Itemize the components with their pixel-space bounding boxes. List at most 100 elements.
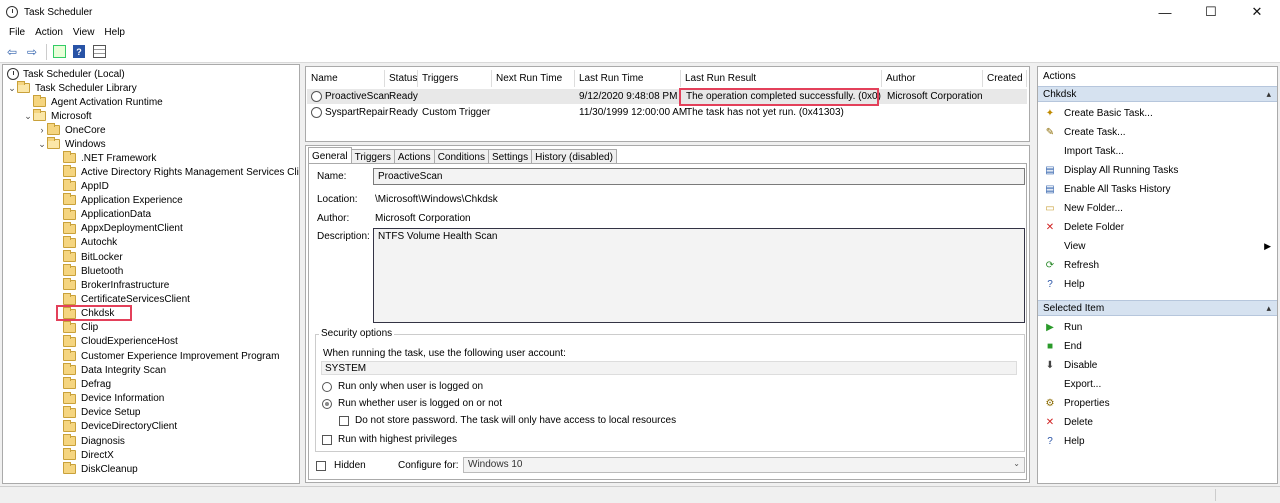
highlight-box-result bbox=[679, 88, 879, 106]
tree-node-folder[interactable]: Diagnosis bbox=[63, 434, 125, 448]
tree-node-folder[interactable]: BrokerInfrastructure bbox=[63, 278, 169, 292]
status-bar-divider bbox=[1215, 489, 1216, 501]
tree-node-folder[interactable]: Autochk bbox=[63, 235, 117, 250]
run-only-logged-on-radio[interactable] bbox=[322, 382, 332, 392]
menu-view[interactable]: View bbox=[73, 27, 95, 38]
action-item[interactable]: Export... bbox=[1038, 375, 1277, 393]
tree-node-folder[interactable]: BitLocker bbox=[63, 250, 123, 264]
tree-node-folder[interactable]: DeviceDirectoryClient bbox=[63, 419, 177, 434]
task-name-field[interactable]: ProactiveScan bbox=[373, 168, 1025, 185]
action-item[interactable]: ▤ Enable All Tasks History bbox=[1038, 180, 1277, 198]
column-header-created[interactable]: Created bbox=[983, 70, 1027, 87]
menu-help[interactable]: Help bbox=[104, 27, 125, 38]
collapse-chevron-icon[interactable]: ⌄ bbox=[7, 83, 17, 94]
tree-node-folder[interactable]: AppID bbox=[63, 179, 109, 193]
menu-bar: File Action View Help bbox=[0, 24, 1280, 41]
column-header-last-run-result[interactable]: Last Run Result bbox=[681, 70, 882, 87]
tree-node-folder[interactable]: ApplicationData bbox=[63, 207, 151, 222]
do-not-store-password-checkbox[interactable] bbox=[339, 416, 349, 426]
tree-node-folder[interactable]: Bluetooth bbox=[63, 264, 123, 278]
action-item[interactable]: ✦ Create Basic Task... bbox=[1038, 104, 1277, 122]
action-item[interactable]: Import Task... bbox=[1038, 142, 1277, 160]
task-row[interactable]: SyspartRepair Ready Custom Trigger 11/30… bbox=[307, 105, 1027, 120]
action-item[interactable]: ✕ Delete Folder bbox=[1038, 219, 1277, 237]
menu-action[interactable]: Action bbox=[35, 27, 63, 38]
tree-node-folder[interactable]: Customer Experience Improvement Program bbox=[63, 349, 279, 363]
hidden-checkbox[interactable] bbox=[316, 461, 326, 471]
tree-node-folder[interactable]: Defrag bbox=[63, 377, 111, 391]
actions-section-chkdsk[interactable]: Chkdsk ▴ bbox=[1038, 86, 1277, 102]
tab-conditions[interactable]: Conditions bbox=[433, 149, 489, 164]
collapse-up-icon[interactable]: ▴ bbox=[1266, 303, 1271, 314]
highest-privileges-checkbox[interactable] bbox=[322, 435, 332, 445]
tree-node-folder[interactable]: Application Experience bbox=[63, 193, 183, 207]
tree-node-folder[interactable]: Clip bbox=[63, 320, 98, 335]
collapse-chevron-icon[interactable]: ⌄ bbox=[37, 139, 47, 150]
highest-privileges-label: Run with highest privileges bbox=[338, 434, 457, 445]
back-arrow-icon[interactable]: ⇦ bbox=[3, 43, 21, 61]
tree-node-library[interactable]: ⌄ Task Scheduler Library bbox=[7, 81, 137, 95]
folder-icon bbox=[63, 377, 76, 390]
tab-general[interactable]: General bbox=[308, 147, 352, 164]
tree-node-folder[interactable]: .NET Framework bbox=[63, 151, 156, 165]
tree-node-folder[interactable]: Active Directory Rights Management Servi… bbox=[63, 165, 299, 179]
action-item[interactable]: ✕ Delete bbox=[1038, 414, 1277, 432]
action-item[interactable]: ■ End bbox=[1038, 337, 1277, 355]
tree-node-microsoft[interactable]: ⌄ Microsoft bbox=[23, 109, 92, 123]
action-item[interactable]: ? Help bbox=[1038, 276, 1277, 294]
tree-node-folder[interactable]: Device Setup bbox=[63, 405, 140, 420]
tree-node-folder[interactable]: DiskCleanup bbox=[63, 462, 138, 476]
show-hide-action-pane-icon[interactable] bbox=[90, 43, 108, 61]
show-hide-console-tree-icon[interactable] bbox=[50, 43, 68, 61]
tab-actions[interactable]: Actions bbox=[393, 149, 435, 164]
action-item[interactable]: ⬇ Disable bbox=[1038, 356, 1277, 374]
action-item[interactable]: View ▶ bbox=[1038, 238, 1277, 256]
tree-node-label: Diagnosis bbox=[81, 435, 125, 447]
tab-settings[interactable]: Settings bbox=[487, 149, 533, 164]
tree-node-root[interactable]: Task Scheduler (Local) bbox=[7, 67, 125, 81]
description-field[interactable]: NTFS Volume Health Scan bbox=[373, 228, 1025, 323]
action-item[interactable]: ▤ Display All Running Tasks bbox=[1038, 161, 1277, 179]
column-header-last-run-time[interactable]: Last Run Time bbox=[575, 70, 681, 87]
action-item[interactable]: ⚙ Properties bbox=[1038, 394, 1277, 412]
column-header-next-run-time[interactable]: Next Run Time bbox=[492, 70, 575, 87]
minimize-button[interactable]: — bbox=[1142, 0, 1188, 24]
column-header-name[interactable]: Name bbox=[307, 70, 385, 87]
configure-for-select[interactable]: Windows 10 ⌄ bbox=[463, 457, 1025, 473]
action-label: New Folder... bbox=[1064, 203, 1123, 214]
column-header-triggers[interactable]: Triggers bbox=[418, 70, 492, 87]
actions-section-selected-item[interactable]: Selected Item ▴ bbox=[1038, 300, 1277, 316]
folder-icon bbox=[63, 221, 76, 234]
tree-node-windows[interactable]: ⌄ Windows bbox=[37, 137, 106, 151]
menu-file[interactable]: File bbox=[9, 27, 25, 38]
tree-node-folder[interactable]: DirectX bbox=[63, 448, 114, 462]
tree-node-folder[interactable]: CloudExperienceHost bbox=[63, 334, 178, 349]
action-item[interactable]: ▶ Run bbox=[1038, 318, 1277, 336]
run-whether-logged-on-radio[interactable] bbox=[322, 399, 332, 409]
tab-history[interactable]: History (disabled) bbox=[531, 149, 617, 164]
folder-icon bbox=[17, 81, 30, 93]
expand-chevron-icon[interactable]: › bbox=[37, 125, 47, 135]
tree-node-agent-activation[interactable]: Agent Activation Runtime bbox=[33, 95, 163, 109]
column-header-status[interactable]: Status bbox=[385, 70, 418, 87]
forward-arrow-icon[interactable]: ⇨ bbox=[23, 43, 41, 61]
tab-triggers[interactable]: Triggers bbox=[350, 149, 395, 164]
tree-node-label: Task Scheduler Library bbox=[35, 82, 137, 94]
help-icon[interactable]: ? bbox=[70, 43, 88, 61]
maximize-button[interactable]: ☐ bbox=[1188, 0, 1234, 24]
action-item[interactable]: ▭ New Folder... bbox=[1038, 200, 1277, 218]
tree-node-onecore[interactable]: › OneCore bbox=[37, 123, 106, 137]
tree-node-folder[interactable]: Data Integrity Scan bbox=[63, 363, 166, 377]
action-item[interactable]: ✎ Create Task... bbox=[1038, 123, 1277, 141]
collapse-up-icon[interactable]: ▴ bbox=[1266, 89, 1271, 100]
collapse-chevron-icon[interactable]: ⌄ bbox=[23, 111, 33, 122]
tree-node-folder[interactable]: AppxDeploymentClient bbox=[63, 221, 183, 236]
close-button[interactable]: ✕ bbox=[1234, 0, 1280, 24]
task-row[interactable]: ProactiveScan Ready 9/12/2020 9:48:08 PM… bbox=[307, 89, 1027, 104]
actions-pane: Actions Chkdsk ▴ Selected Item ▴ ✦ Create… bbox=[1037, 66, 1278, 484]
action-item[interactable]: ? Help bbox=[1038, 433, 1277, 451]
action-item[interactable]: ⟳ Refresh bbox=[1038, 257, 1277, 275]
tree-node-folder[interactable]: Device Information bbox=[63, 391, 164, 406]
tree-node-label: AppxDeploymentClient bbox=[81, 223, 183, 235]
column-header-author[interactable]: Author bbox=[882, 70, 983, 87]
